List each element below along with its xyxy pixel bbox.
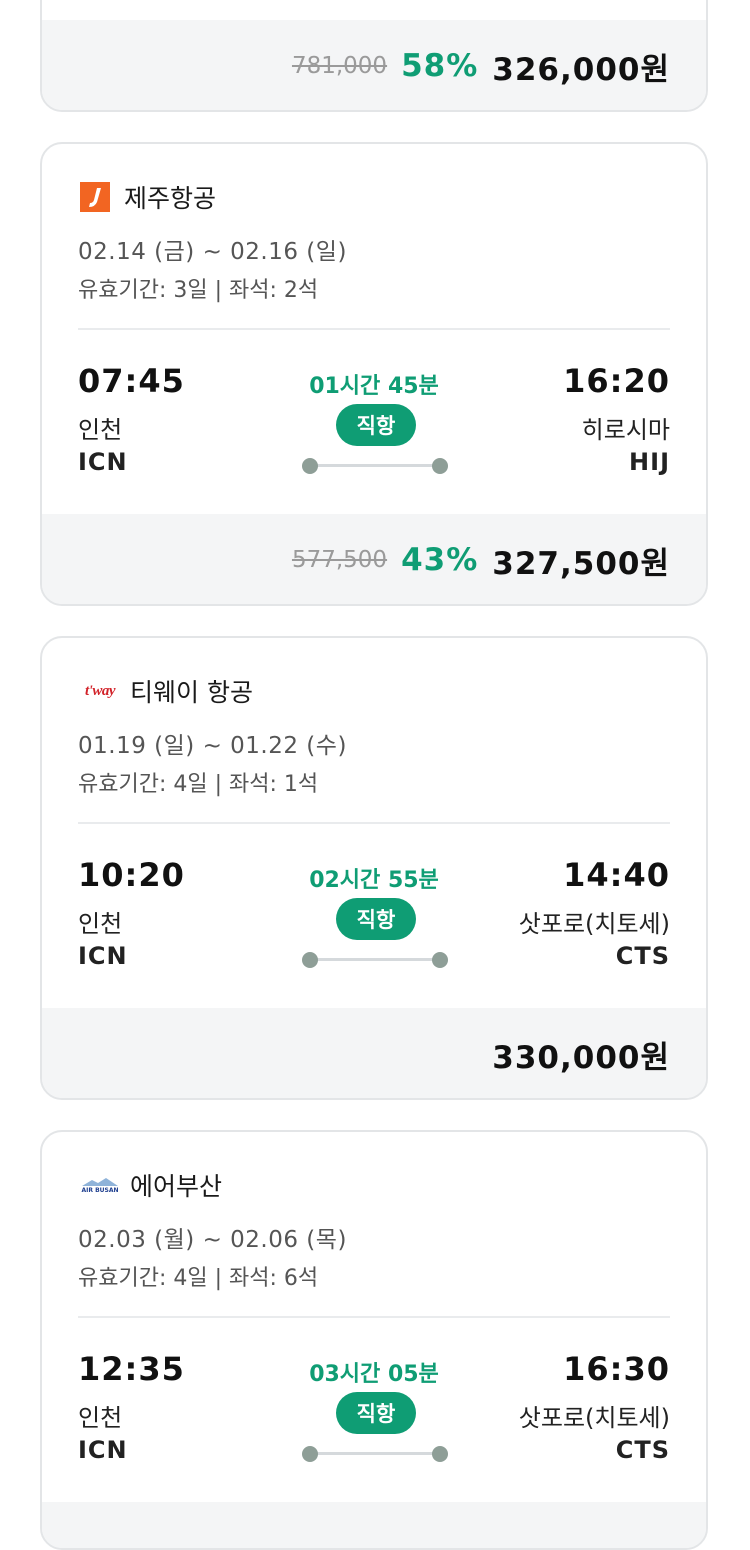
flight-card[interactable]: AIR BUSAN 에어부산 02.03 (월) ~ 02.06 (목) 유효기…	[40, 1130, 708, 1550]
flight-route: 10:20 인천 ICN 02시간 55분 직항 14:40 삿포로(치토세) …	[42, 822, 706, 1008]
airline-name: 에어부산	[130, 1172, 223, 1201]
original-price: 781,000	[291, 53, 388, 79]
discount-rate: 43%	[401, 542, 479, 578]
route-line	[310, 958, 442, 961]
arrival-city: 삿포로(치토세)	[518, 910, 670, 938]
departure-city: 인천	[78, 910, 123, 938]
airline-name: 티웨이 항공	[130, 678, 253, 707]
route-line	[310, 1452, 442, 1455]
flight-card[interactable]: t'way 티웨이 항공 01.19 (일) ~ 01.22 (수) 유효기간:…	[40, 636, 708, 1100]
final-price: 330,000원	[492, 1039, 670, 1076]
jeju-air-logo-icon	[80, 182, 110, 212]
final-price: 326,000원	[492, 51, 670, 88]
arrival-time: 16:20	[563, 362, 670, 400]
origin-dot-icon	[302, 458, 318, 474]
destination-dot-icon	[432, 458, 448, 474]
arrival-time: 16:30	[563, 1350, 670, 1388]
price-bar: 330,000원	[42, 1008, 706, 1098]
flight-route: 12:35 인천 ICN 03시간 05분 직항 16:30 삿포로(치토세) …	[42, 1316, 706, 1502]
price-bar: 781,000 58% 326,000원	[42, 20, 706, 110]
flight-card[interactable]: 제주항공 02.14 (금) ~ 02.16 (일) 유효기간: 3일 | 좌석…	[40, 142, 708, 606]
original-price: 577,500	[291, 547, 388, 573]
air-busan-logo-icon: AIR BUSAN	[80, 1170, 120, 1200]
departure-code: ICN	[78, 448, 128, 476]
price-bar	[42, 1502, 706, 1548]
final-price: 327,500원	[492, 545, 670, 582]
airline-name: 제주항공	[124, 184, 217, 213]
arrival-code: CTS	[615, 942, 670, 970]
destination-dot-icon	[432, 952, 448, 968]
direct-badge: 직항	[336, 898, 416, 940]
discount-rate: 58%	[401, 48, 479, 84]
arrival-time: 14:40	[563, 856, 670, 894]
validity-seats: 유효기간: 4일 | 좌석: 1석	[78, 772, 319, 797]
departure-code: ICN	[78, 1436, 128, 1464]
direct-badge: 직항	[336, 1392, 416, 1434]
arrival-city: 히로시마	[581, 416, 670, 444]
travel-dates: 02.03 (월) ~ 02.06 (목)	[78, 1227, 347, 1253]
flight-card-partial[interactable]: 781,000 58% 326,000원	[40, 0, 708, 112]
departure-city: 인천	[78, 1404, 123, 1432]
arrival-code: CTS	[615, 1436, 670, 1464]
validity-seats: 유효기간: 4일 | 좌석: 6석	[78, 1266, 319, 1291]
price-bar: 577,500 43% 327,500원	[42, 514, 706, 604]
destination-dot-icon	[432, 1446, 448, 1462]
route-line	[310, 464, 442, 467]
travel-dates: 01.19 (일) ~ 01.22 (수)	[78, 733, 347, 759]
origin-dot-icon	[302, 952, 318, 968]
travel-dates: 02.14 (금) ~ 02.16 (일)	[78, 239, 347, 265]
arrival-code: HIJ	[629, 448, 670, 476]
validity-seats: 유효기간: 3일 | 좌석: 2석	[78, 278, 319, 303]
tway-logo-icon: t'way	[85, 682, 116, 699]
departure-code: ICN	[78, 942, 128, 970]
arrival-city: 삿포로(치토세)	[518, 1404, 670, 1432]
flight-route: 07:45 인천 ICN 01시간 45분 직항 16:20 히로시마 HIJ	[42, 328, 706, 514]
direct-badge: 직항	[336, 404, 416, 446]
origin-dot-icon	[302, 1446, 318, 1462]
departure-city: 인천	[78, 416, 123, 444]
